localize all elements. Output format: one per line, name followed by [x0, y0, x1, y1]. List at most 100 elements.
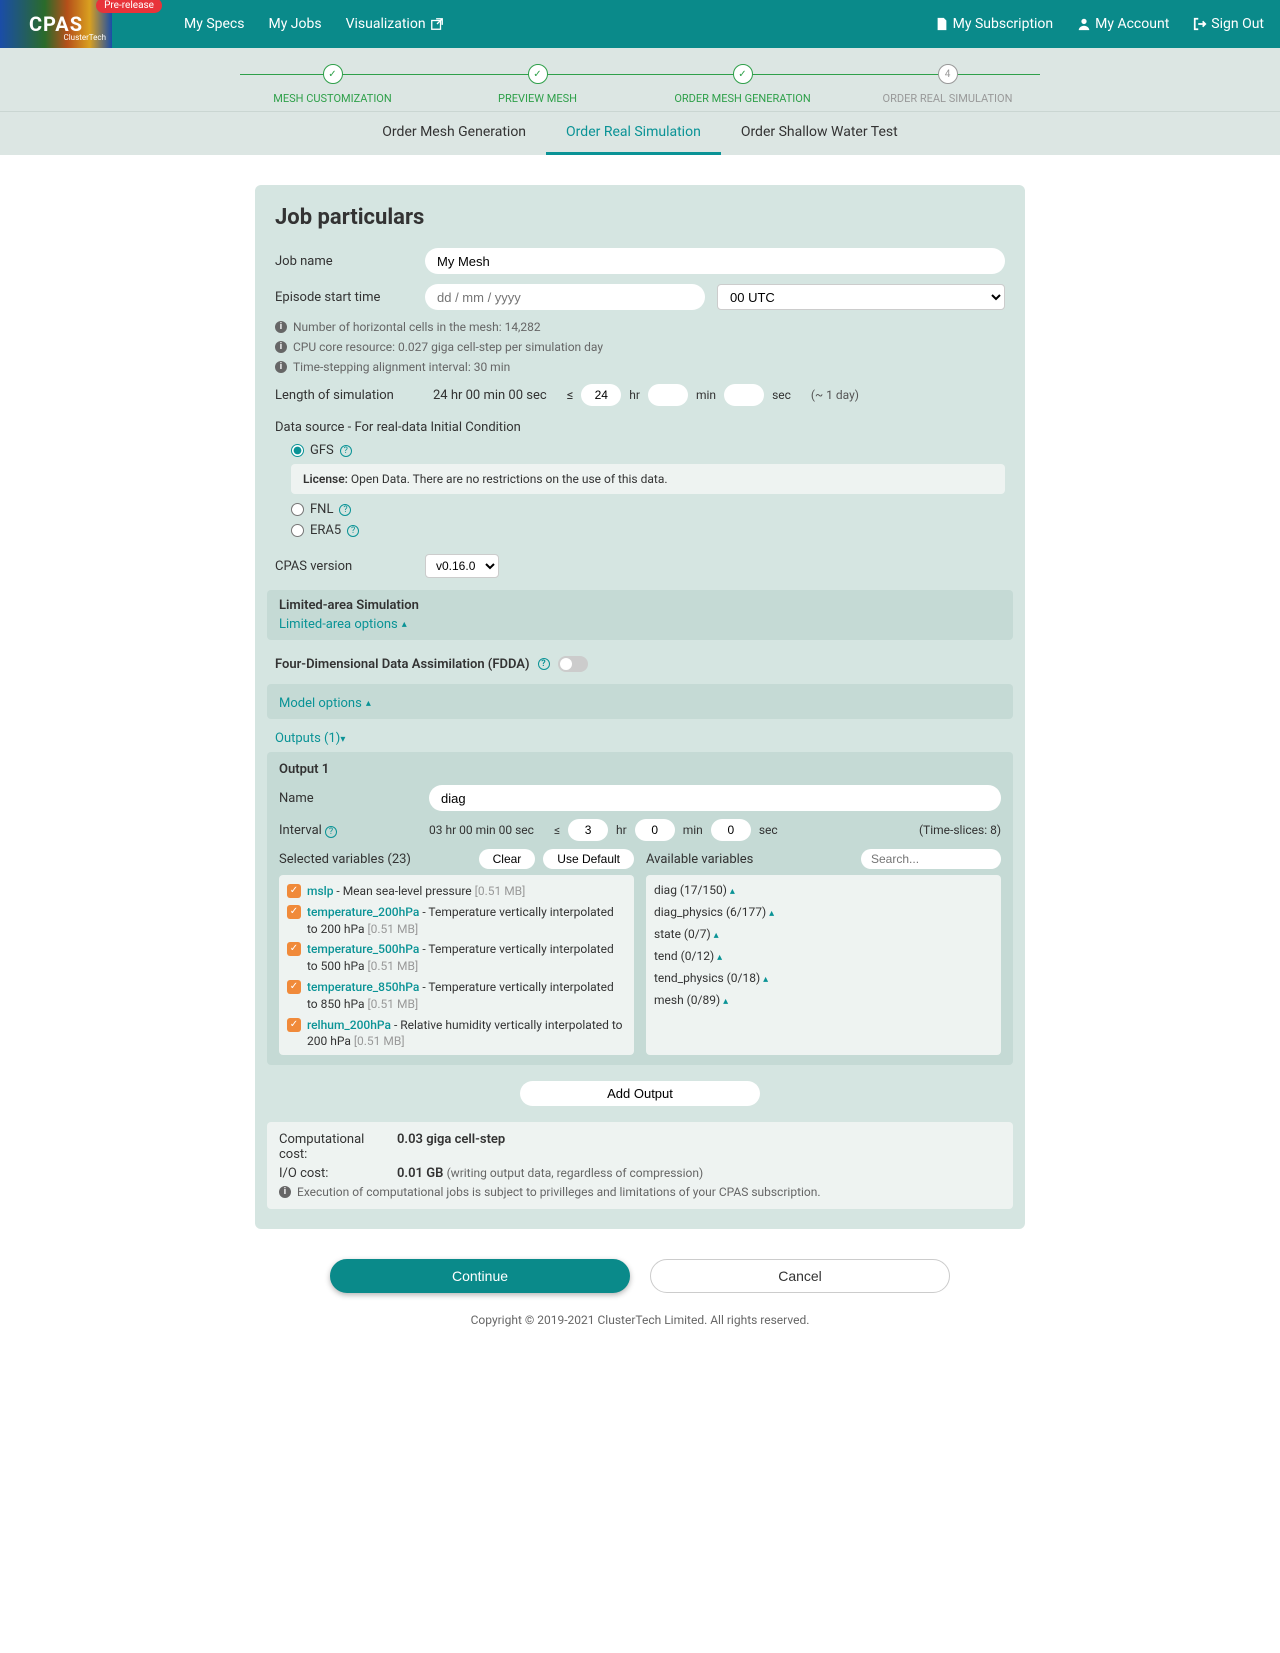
help-icon[interactable]: ? — [347, 525, 359, 537]
job-particulars-card: Job particulars Job name Episode start t… — [255, 185, 1025, 1229]
fdda-toggle[interactable] — [558, 656, 588, 672]
output-name-input[interactable] — [429, 785, 1001, 811]
checkbox-icon[interactable]: ✓ — [287, 980, 301, 994]
length-hint: (~ 1 day) — [811, 388, 859, 402]
ds-fnl-radio[interactable]: FNL? — [291, 502, 1005, 517]
var-item[interactable]: ✓temperature_850hPa - Temperature vertic… — [287, 979, 626, 1013]
category-item[interactable]: diag_physics (6/177) — [654, 905, 993, 919]
brand-sub: ClusterTech — [64, 33, 106, 42]
datasource-label: Data source - For real-data Initial Cond… — [275, 420, 1005, 435]
license-box: License: Open Data. There are no restric… — [291, 464, 1005, 494]
tab-order-mesh-generation[interactable]: Order Mesh Generation — [362, 112, 546, 155]
nav-visualization[interactable]: Visualization — [346, 16, 444, 32]
length-sec-input[interactable] — [724, 384, 764, 406]
help-icon[interactable]: ? — [339, 504, 351, 516]
help-icon[interactable]: ? — [340, 445, 352, 457]
selected-vars-label: Selected variables (23) — [279, 852, 411, 867]
caret-up-icon — [714, 927, 719, 941]
length-min-input[interactable] — [648, 384, 688, 406]
ds-era5-radio[interactable]: ERA5? — [291, 523, 1005, 538]
length-hr-input[interactable] — [581, 384, 621, 406]
interval-hr-input[interactable] — [568, 819, 608, 841]
tab-order-real-simulation[interactable]: Order Real Simulation — [546, 112, 721, 155]
var-item[interactable]: ✓relhum_500hPa - Relative humidity verti… — [287, 1054, 626, 1055]
file-icon — [935, 17, 949, 31]
var-item[interactable]: ✓temperature_500hPa - Temperature vertic… — [287, 941, 626, 975]
tab-order-shallow-water-test[interactable]: Order Shallow Water Test — [721, 112, 918, 155]
user-icon — [1077, 17, 1091, 31]
utc-select[interactable]: 00 UTC — [717, 284, 1005, 310]
help-icon[interactable]: ? — [538, 658, 550, 670]
model-options-section: Model options — [267, 684, 1013, 719]
episode-date-input[interactable] — [425, 284, 705, 310]
model-options-toggle[interactable]: Model options — [279, 696, 371, 711]
selected-vars-box[interactable]: ✓mslp - Mean sea-level pressure [0.51 MB… — [279, 875, 634, 1055]
nav-my-jobs[interactable]: My Jobs — [268, 16, 321, 32]
checkbox-icon[interactable]: ✓ — [287, 942, 301, 956]
category-item[interactable]: state (0/7) — [654, 927, 993, 941]
tabs-bar: Order Mesh Generation Order Real Simulat… — [0, 111, 1280, 155]
checkbox-icon[interactable]: ✓ — [287, 884, 301, 898]
info-icon: i — [275, 361, 287, 373]
help-icon[interactable]: ? — [325, 826, 337, 838]
info-cells: iNumber of horizontal cells in the mesh:… — [275, 320, 1005, 334]
nav-account[interactable]: My Account — [1077, 16, 1169, 32]
available-vars-label: Available variables — [646, 852, 753, 867]
cancel-button[interactable]: Cancel — [650, 1259, 950, 1293]
step-mesh-customization[interactable]: ✓ Mesh Customization — [230, 64, 435, 105]
interval-min-input[interactable] — [635, 819, 675, 841]
output-name-label: Name — [279, 791, 429, 806]
info-icon: i — [279, 1186, 291, 1198]
limited-area-toggle[interactable]: Limited-area options — [279, 617, 407, 632]
navbar: CPAS ClusterTech Pre-release My Specs My… — [0, 0, 1280, 48]
version-label: CPAS version — [275, 559, 425, 574]
length-label: Length of simulation — [275, 388, 425, 403]
category-item[interactable]: diag (17/150) — [654, 883, 993, 897]
step-order-mesh-generation[interactable]: ✓ Order Mesh Generation — [640, 64, 845, 105]
timeslices: (Time-slices: 8) — [919, 823, 1001, 837]
external-link-icon — [430, 17, 444, 31]
nav-subscription[interactable]: My Subscription — [935, 16, 1053, 32]
info-cpu: iCPU core resource: 0.027 giga cell-step… — [275, 340, 1005, 354]
interval-label: Interval ? — [279, 823, 429, 838]
step-preview-mesh[interactable]: ✓ Preview Mesh — [435, 64, 640, 105]
stepper-bar: ✓ Mesh Customization ✓ Preview Mesh ✓ Or… — [0, 48, 1280, 111]
category-item[interactable]: tend_physics (0/18) — [654, 971, 993, 985]
category-item[interactable]: tend (0/12) — [654, 949, 993, 963]
prerelease-badge: Pre-release — [96, 0, 162, 13]
signout-icon — [1193, 17, 1207, 31]
checkbox-icon[interactable]: ✓ — [287, 905, 301, 919]
fdda-label: Four-Dimensional Data Assimilation (FDDA… — [275, 657, 530, 672]
interval-sec-input[interactable] — [711, 819, 751, 841]
info-icon: i — [275, 341, 287, 353]
use-default-button[interactable]: Use Default — [543, 849, 634, 869]
caret-up-icon — [763, 971, 768, 985]
output-block: Output 1 Name Interval ? 03 hr 00 min 00… — [267, 752, 1013, 1065]
ds-gfs-radio[interactable]: GFS? — [291, 443, 1005, 458]
var-item[interactable]: ✓temperature_200hPa - Temperature vertic… — [287, 904, 626, 938]
caret-up-icon — [717, 949, 722, 963]
outputs-toggle[interactable]: Outputs (1) — [275, 731, 345, 746]
step-order-real-simulation: 4 Order Real Simulation — [845, 64, 1050, 105]
info-step: iTime-stepping alignment interval: 30 mi… — [275, 360, 1005, 374]
category-item[interactable]: mesh (0/89) — [654, 993, 993, 1007]
job-name-input[interactable] — [425, 248, 1005, 274]
episode-label: Episode start time — [275, 290, 425, 305]
available-vars-box[interactable]: diag (17/150) diag_physics (6/177) state… — [646, 875, 1001, 1055]
logo-area[interactable]: CPAS ClusterTech Pre-release — [0, 0, 112, 48]
length-text: 24 hr 00 min 00 sec — [433, 388, 547, 403]
add-output-button[interactable]: Add Output — [520, 1081, 760, 1106]
page-title: Job particulars — [275, 205, 1005, 230]
continue-button[interactable]: Continue — [330, 1259, 630, 1293]
info-icon: i — [275, 321, 287, 333]
checkbox-icon[interactable]: ✓ — [287, 1018, 301, 1032]
version-select[interactable]: v0.16.0 — [425, 554, 499, 578]
nav-signout[interactable]: Sign Out — [1193, 16, 1264, 32]
job-name-label: Job name — [275, 254, 425, 269]
limited-area-section: Limited-area Simulation Limited-area opt… — [267, 590, 1013, 640]
search-input[interactable] — [861, 849, 1001, 869]
nav-my-specs[interactable]: My Specs — [184, 16, 244, 32]
var-item[interactable]: ✓mslp - Mean sea-level pressure [0.51 MB… — [287, 883, 626, 900]
var-item[interactable]: ✓relhum_200hPa - Relative humidity verti… — [287, 1017, 626, 1051]
clear-button[interactable]: Clear — [479, 849, 536, 869]
